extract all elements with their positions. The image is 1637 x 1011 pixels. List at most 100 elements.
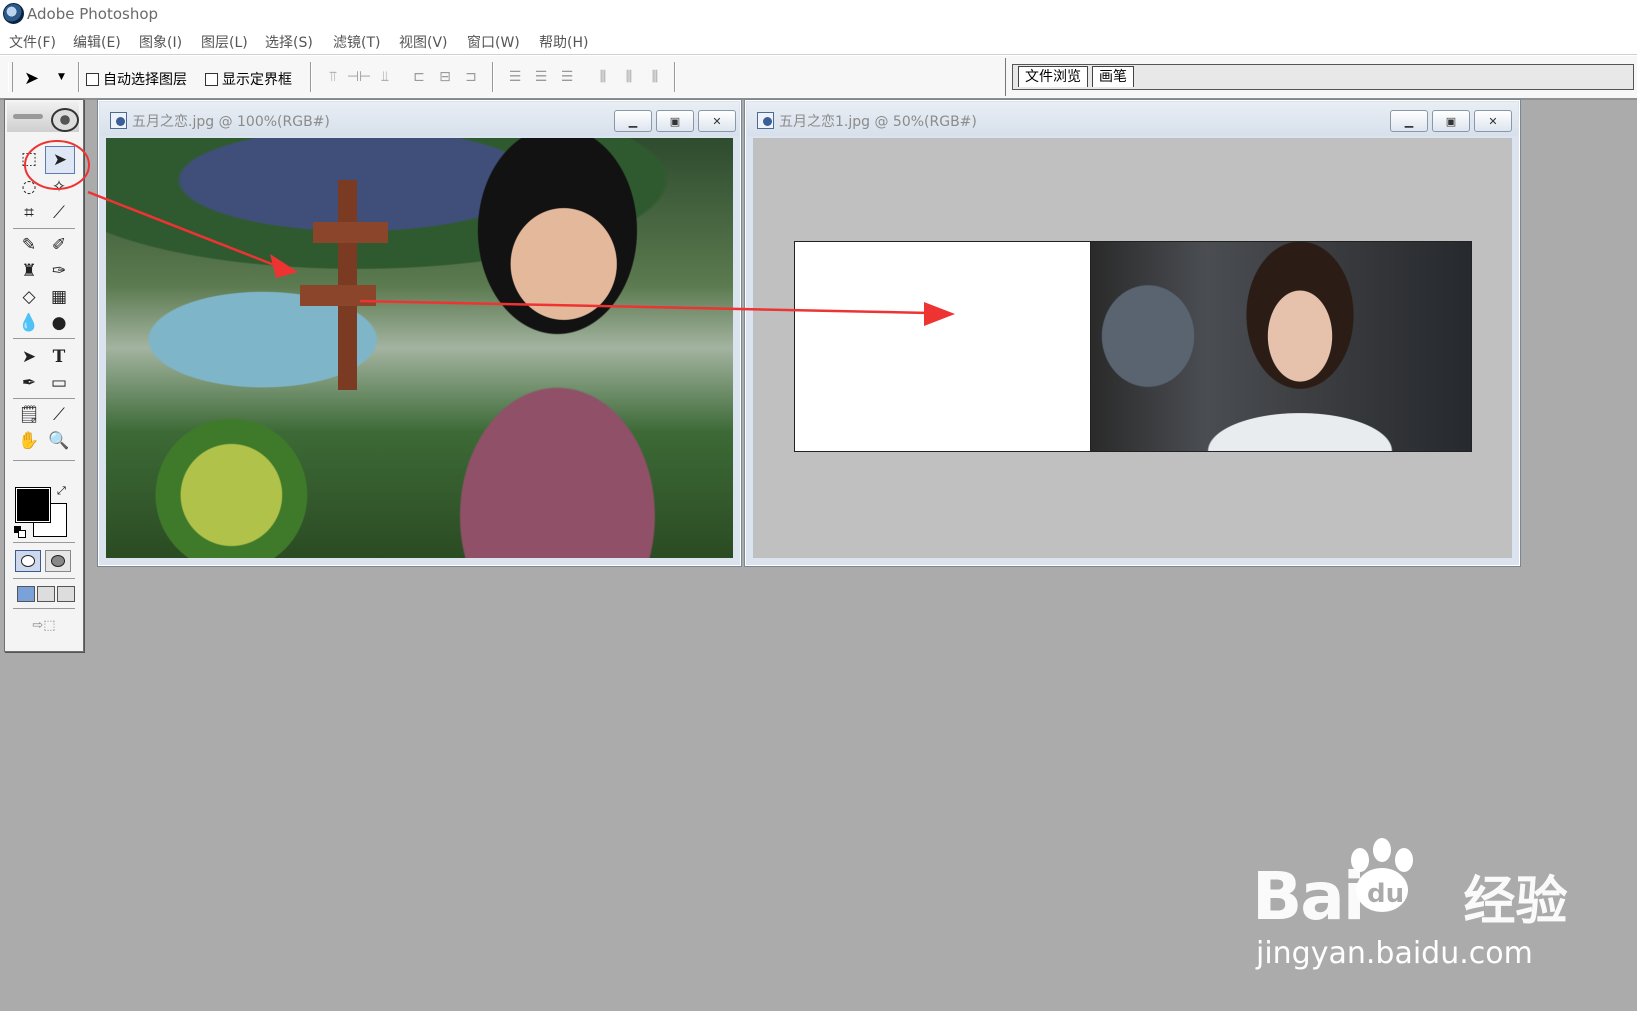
magic-wand-icon: ✧ xyxy=(51,177,67,197)
document-window-2[interactable]: 五月之恋1.jpg @ 50%(RGB#) ▁ ▣ ✕ xyxy=(744,99,1521,567)
move-tool-icon: ➤ xyxy=(24,68,40,89)
history-brush-tool[interactable]: ✑ xyxy=(45,258,73,284)
eraser-tool[interactable]: ◇ xyxy=(15,284,43,310)
checkbox-box[interactable] xyxy=(205,72,218,86)
tab-brushes[interactable]: 画笔 xyxy=(1092,66,1134,87)
menu-window[interactable]: 窗口(W) xyxy=(467,32,520,52)
shape-tool[interactable]: ▭ xyxy=(45,370,73,396)
drop-icon: 💧 xyxy=(18,313,40,333)
menu-select[interactable]: 选择(S) xyxy=(265,32,313,52)
hand-tool[interactable]: ✋ xyxy=(15,428,43,454)
zoom-tool[interactable]: 🔍 xyxy=(45,428,73,454)
maximize-button[interactable]: ▣ xyxy=(656,110,694,132)
marquee-icon: ⬚ xyxy=(20,149,38,169)
swap-colors-icon[interactable]: ⤢ xyxy=(57,484,66,498)
distribute-hcenter-icon[interactable]: ⫼ xyxy=(618,67,640,87)
auto-select-layer-label: 自动选择图层 xyxy=(103,72,187,88)
tool-preset-picker[interactable]: ➤ ▼ xyxy=(22,64,70,90)
full-screen-button[interactable] xyxy=(57,586,75,602)
default-colors-icon[interactable] xyxy=(14,526,26,538)
jump-to-imageready-button[interactable]: ⇨⬚ xyxy=(17,613,71,637)
toolbox: ⬚ ➤ ◌ ✧ ⌗ ⟋ ✎ ✐ ♜ ✑ ◇ ▦ 💧 ● ➤ T ✒ ▭ 🗒 ⟋ … xyxy=(4,99,84,652)
document-title: 五月之恋1.jpg @ 50%(RGB#) xyxy=(779,114,977,130)
close-button[interactable]: ✕ xyxy=(1474,110,1512,132)
minimize-button[interactable]: ▁ xyxy=(614,110,652,132)
magnifier-icon: 🔍 xyxy=(48,431,70,451)
align-horizontal-center-icon[interactable]: ⊟ xyxy=(434,67,456,87)
slice-tool[interactable]: ⟋ xyxy=(45,200,73,226)
photo-girl-portrait xyxy=(1091,242,1471,451)
checkbox-box[interactable] xyxy=(86,72,99,86)
path-selection-tool[interactable]: ➤ xyxy=(15,344,43,370)
blur-tool[interactable]: 💧 xyxy=(15,310,43,336)
document-canvas[interactable] xyxy=(106,138,733,558)
marquee-tool[interactable]: ⬚ xyxy=(15,146,43,172)
tab-file-browser[interactable]: 文件浏览 xyxy=(1018,66,1088,87)
magic-wand-tool[interactable]: ✧ xyxy=(45,174,73,200)
feather-icon xyxy=(13,114,43,119)
imageready-icon: ⇨⬚ xyxy=(32,617,56,633)
menu-file[interactable]: 文件(F) xyxy=(9,32,56,52)
dodge-tool[interactable]: ● xyxy=(45,310,73,336)
align-right-icon[interactable]: ⊐ xyxy=(460,67,482,87)
standard-screen-button[interactable] xyxy=(17,586,35,602)
toolbox-header[interactable] xyxy=(7,102,79,132)
distribute-top-icon[interactable]: ☰ xyxy=(504,67,526,87)
align-vertical-center-icon[interactable]: ⊣⊢ xyxy=(347,67,371,87)
brush-tool[interactable]: ✐ xyxy=(45,232,73,258)
menu-layer[interactable]: 图层(L) xyxy=(201,32,248,52)
paw-icon: du xyxy=(1351,838,1413,912)
standard-mode-button[interactable] xyxy=(15,550,41,572)
crop-tool[interactable]: ⌗ xyxy=(15,200,43,226)
quick-mask-mode-button[interactable] xyxy=(45,550,71,572)
arrow-pointer-icon: ➤ xyxy=(21,347,37,367)
close-icon: ✕ xyxy=(1488,114,1498,128)
document-title-bar[interactable]: 五月之恋.jpg @ 100%(RGB#) ▁ ▣ ✕ xyxy=(100,102,739,136)
crop-icon: ⌗ xyxy=(24,203,34,223)
maximize-icon: ▣ xyxy=(1445,114,1457,128)
bandage-icon: ✎ xyxy=(21,235,37,255)
healing-brush-tool[interactable]: ✎ xyxy=(15,232,43,258)
eye-icon xyxy=(51,108,79,132)
options-separator xyxy=(492,62,494,92)
distribute-bottom-icon[interactable]: ☰ xyxy=(556,67,578,87)
distribute-center-icon[interactable]: ☰ xyxy=(530,67,552,87)
options-bar-grip[interactable] xyxy=(8,62,13,92)
white-canvas-area xyxy=(794,241,1091,452)
pen-icon: ✒ xyxy=(21,373,37,393)
document-title-bar[interactable]: 五月之恋1.jpg @ 50%(RGB#) ▁ ▣ ✕ xyxy=(747,102,1518,136)
pen-tool[interactable]: ✒ xyxy=(15,370,43,396)
gradient-tool[interactable]: ▦ xyxy=(45,284,73,310)
full-screen-menu-button[interactable] xyxy=(37,586,55,602)
distribute-right-icon[interactable]: ⫼ xyxy=(644,67,666,87)
menu-view[interactable]: 视图(V) xyxy=(399,32,448,52)
maximize-button[interactable]: ▣ xyxy=(1432,110,1470,132)
align-left-icon[interactable]: ⊏ xyxy=(408,67,430,87)
menu-filter[interactable]: 滤镜(T) xyxy=(333,32,380,52)
auto-select-layer-checkbox[interactable]: 自动选择图层 xyxy=(86,69,187,89)
lasso-tool[interactable]: ◌ xyxy=(15,174,43,200)
distribute-left-icon[interactable]: ⫼ xyxy=(592,67,614,87)
show-bounding-box-checkbox[interactable]: 显示定界框 xyxy=(205,69,292,89)
menu-edit[interactable]: 编辑(E) xyxy=(73,32,121,52)
maximize-icon: ▣ xyxy=(669,114,681,128)
options-separator xyxy=(310,62,312,92)
document-canvas[interactable] xyxy=(753,138,1512,558)
type-tool[interactable]: T xyxy=(45,344,73,370)
watermark-url: jingyan.baidu.com xyxy=(1256,936,1533,971)
minimize-icon: ▁ xyxy=(1404,114,1414,128)
clone-stamp-tool[interactable]: ♜ xyxy=(15,258,43,284)
notes-tool[interactable]: 🗒 xyxy=(15,402,43,428)
menu-help[interactable]: 帮助(H) xyxy=(539,32,588,52)
document-window-1[interactable]: 五月之恋.jpg @ 100%(RGB#) ▁ ▣ ✕ xyxy=(97,99,742,567)
eyedropper-tool[interactable]: ⟋ xyxy=(45,402,73,428)
slice-icon: ⟋ xyxy=(53,203,65,223)
minimize-button[interactable]: ▁ xyxy=(1390,110,1428,132)
align-bottom-icon[interactable]: ⫫ xyxy=(374,67,396,87)
foreground-color-swatch[interactable] xyxy=(15,487,51,523)
close-button[interactable]: ✕ xyxy=(698,110,736,132)
type-icon: T xyxy=(52,347,66,367)
move-tool[interactable]: ➤ xyxy=(45,146,75,174)
align-top-icon[interactable]: ⫪ xyxy=(322,67,344,87)
menu-image[interactable]: 图象(I) xyxy=(139,32,182,52)
